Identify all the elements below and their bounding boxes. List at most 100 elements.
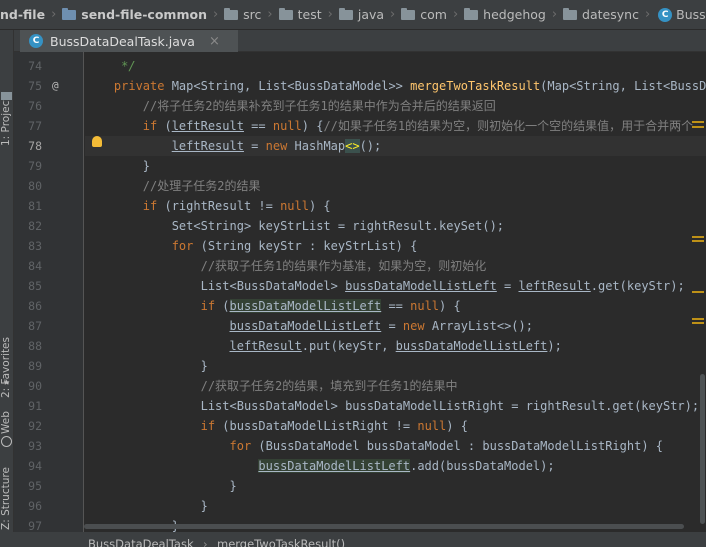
code-line[interactable]: //将子任务2的结果补充到子任务1的结果中作为合并后的结果返回 bbox=[85, 96, 706, 116]
vertical-scrollbar[interactable] bbox=[700, 374, 705, 524]
code-line[interactable]: } bbox=[85, 156, 706, 176]
breadcrumb-label: datesync bbox=[582, 7, 639, 22]
breadcrumb-item[interactable]: › com bbox=[384, 0, 447, 29]
line-number: 97 bbox=[28, 519, 42, 532]
breadcrumb-separator: › bbox=[51, 7, 57, 22]
breadcrumb-label: java bbox=[357, 7, 385, 22]
horizontal-scrollbar[interactable] bbox=[84, 524, 684, 529]
breadcrumb-separator: › bbox=[212, 7, 219, 22]
folder-icon bbox=[224, 7, 239, 20]
code-line[interactable]: } bbox=[85, 496, 706, 516]
globe-icon bbox=[1, 436, 12, 447]
code-line[interactable]: List<BussDataModel> bussDataModelListRig… bbox=[85, 396, 706, 416]
navigation-breadcrumb: nd-file › send-file-common › src › test › java › c… bbox=[0, 0, 706, 30]
folder-icon bbox=[338, 7, 353, 20]
error-stripe-marker[interactable] bbox=[692, 240, 704, 242]
breadcrumb-separator: › bbox=[551, 7, 558, 22]
line-number: 79 bbox=[28, 159, 42, 173]
line-number: 95 bbox=[28, 479, 42, 493]
structure-tool-tab[interactable]: Z: Structure bbox=[0, 466, 14, 532]
code-line[interactable]: //获取子任务1的结果作为基准，如果为空，则初始化 bbox=[85, 256, 706, 276]
code-line[interactable]: for (String keyStr : keyStrList) { bbox=[85, 236, 706, 256]
breadcrumb-separator: › bbox=[267, 7, 273, 22]
folder-icon bbox=[278, 7, 293, 20]
code-editor[interactable]: 74 75 76 77 78 79 80 81 82 83 84 85 86 87 88 89 90 91 92 93… bbox=[14, 52, 706, 532]
code-line[interactable]: if (leftResult == null) {//如果子任务1的结果为空，则… bbox=[85, 116, 706, 136]
web-tool-tab[interactable]: Web bbox=[0, 406, 14, 436]
status-method-crumb[interactable]: mergeTwoTaskResult() bbox=[217, 537, 345, 547]
breadcrumb-item[interactable]: nd-file bbox=[0, 0, 46, 29]
breadcrumb-separator: › bbox=[644, 7, 651, 22]
line-number: 76 bbox=[28, 99, 42, 113]
breadcrumb-label: nd-file bbox=[0, 7, 46, 22]
line-number: 83 bbox=[28, 239, 42, 253]
left-tool-window-strip: 1: Project 2: Favorites ★ Web Z: Structu… bbox=[0, 30, 14, 547]
code-line[interactable]: leftResult = new HashMap<>(); bbox=[85, 136, 706, 156]
line-number: 84 bbox=[28, 259, 42, 273]
error-stripe-marker[interactable] bbox=[692, 126, 704, 128]
code-line[interactable]: } bbox=[85, 356, 706, 376]
breadcrumb-item[interactable]: › datesync bbox=[546, 0, 639, 29]
star-icon: ★ bbox=[3, 375, 10, 388]
intention-bulb-icon[interactable] bbox=[92, 136, 102, 147]
code-line[interactable]: Set<String> keyStrList = rightResult.key… bbox=[85, 216, 706, 236]
breadcrumb-item[interactable]: › test bbox=[261, 0, 321, 29]
project-tool-label: 1: Project bbox=[0, 96, 12, 146]
breadcrumb-separator: › bbox=[327, 7, 333, 22]
line-number: 82 bbox=[28, 219, 42, 233]
favorites-tool-label: 2: Favorites bbox=[0, 337, 12, 398]
code-line[interactable]: if (bussDataModelListLeft == null) { bbox=[85, 296, 706, 316]
code-line[interactable]: for (BussDataModel bussDataModel : bussD… bbox=[85, 436, 706, 456]
code-line[interactable]: if (bussDataModelListRight != null) { bbox=[85, 416, 706, 436]
code-line[interactable]: leftResult.put(keyStr, bussDataModelList… bbox=[85, 336, 706, 356]
error-stripe-marker[interactable] bbox=[692, 318, 704, 320]
favorites-tool-tab[interactable]: 2: Favorites bbox=[0, 330, 14, 410]
line-number: 92 bbox=[28, 419, 42, 433]
code-line[interactable]: List<BussDataModel> bussDataModelListLef… bbox=[85, 276, 706, 296]
line-number: 93 bbox=[28, 439, 42, 453]
breadcrumb-item[interactable]: › java bbox=[322, 0, 385, 29]
code-line[interactable]: bussDataModelListLeft = new ArrayList<>(… bbox=[85, 316, 706, 336]
breadcrumb-item[interactable]: › src bbox=[207, 0, 262, 29]
web-tool-label: Web bbox=[0, 411, 12, 434]
close-tab-icon[interactable]: × bbox=[209, 34, 220, 49]
breadcrumb-item[interactable]: › send-file-common bbox=[45, 0, 207, 29]
breadcrumb-label: src bbox=[243, 7, 262, 22]
breadcrumb-label: send-file-common bbox=[81, 7, 207, 22]
code-line[interactable]: } bbox=[85, 476, 706, 496]
editor-tab-label: BussDataDealTask.java bbox=[50, 33, 195, 49]
breadcrumb-separator: › bbox=[452, 7, 459, 22]
line-number: 94 bbox=[28, 459, 42, 473]
breadcrumb-separator: › bbox=[390, 7, 396, 22]
line-number: 87 bbox=[28, 319, 42, 333]
module-folder-icon bbox=[62, 7, 77, 20]
line-number: 89 bbox=[28, 359, 42, 373]
code-line[interactable]: bussDataModelListLeft.add(bussDataModel)… bbox=[85, 456, 706, 476]
line-number: 85 bbox=[28, 279, 42, 293]
line-number: 80 bbox=[28, 179, 42, 193]
override-marker-icon[interactable]: @ bbox=[52, 76, 59, 96]
line-number: 96 bbox=[28, 499, 42, 513]
error-stripe-marker[interactable] bbox=[692, 322, 704, 324]
error-stripe-marker[interactable] bbox=[692, 291, 704, 293]
error-stripe-marker[interactable] bbox=[692, 236, 704, 238]
code-line[interactable]: //处理子任务2的结果 bbox=[85, 176, 706, 196]
code-area[interactable]: */ private Map<String, List<BussDataMode… bbox=[85, 52, 706, 532]
line-number: 74 bbox=[28, 59, 42, 73]
code-line[interactable]: //获取子任务2的结果，填充到子任务1的结果中 bbox=[85, 376, 706, 396]
line-number: 90 bbox=[28, 379, 42, 393]
line-number: 77 bbox=[28, 119, 42, 133]
editor-tab-busdatadealtask[interactable]: C BussDataDealTask.java × bbox=[20, 30, 238, 52]
code-line[interactable]: private Map<String, List<BussDataModel>>… bbox=[85, 76, 706, 96]
code-line[interactable]: */ bbox=[85, 56, 706, 76]
method-breadcrumb-bar: BussDataDealTask › mergeTwoTaskResult() bbox=[0, 532, 706, 547]
breadcrumb-item[interactable]: › CBussDataDealTas bbox=[639, 0, 706, 29]
code-line[interactable]: if (rightResult != null) { bbox=[85, 196, 706, 216]
editor-tab-bar: C BussDataDealTask.java × bbox=[14, 30, 706, 52]
breadcrumb-item[interactable]: › hedgehog bbox=[447, 0, 546, 29]
error-stripe-marker[interactable] bbox=[692, 121, 704, 123]
line-number: 75 bbox=[28, 79, 42, 93]
status-class-crumb[interactable]: BussDataDealTask bbox=[88, 537, 194, 547]
breadcrumb-label: com bbox=[420, 7, 447, 22]
project-icon bbox=[1, 92, 12, 100]
